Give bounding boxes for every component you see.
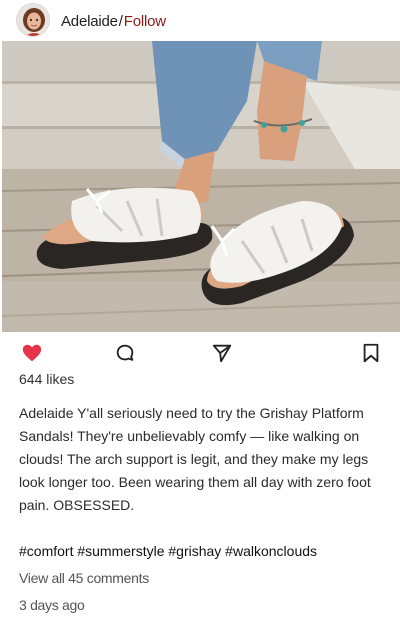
hashtags[interactable]: #comfort #summerstyle #grishay #walkoncl… (19, 543, 317, 559)
view-comments-link[interactable]: View all 45 comments (19, 570, 149, 586)
caption-text: Y'all seriously need to try the Grishay … (19, 405, 371, 513)
comment-bubble-icon[interactable] (114, 342, 136, 364)
username[interactable]: Adelaide (61, 13, 118, 30)
heart-icon[interactable] (21, 342, 43, 364)
action-bar (0, 342, 400, 366)
likes-count[interactable]: 644 likes (19, 371, 74, 387)
username-line: Adelaide/Follow (61, 13, 166, 30)
username-separator: / (118, 13, 123, 30)
follow-button[interactable]: Follow (124, 13, 166, 30)
caption: Adelaide Y'all seriously need to try the… (19, 402, 381, 517)
post-photo[interactable] (2, 41, 400, 332)
caption-username[interactable]: Adelaide (19, 405, 74, 421)
post-timestamp: 3 days ago (19, 597, 85, 613)
bookmark-icon[interactable] (360, 342, 382, 364)
avatar-image (17, 4, 49, 36)
sandals-photo (2, 41, 400, 332)
send-arrow-icon[interactable] (211, 342, 233, 364)
post-header: Adelaide/Follow (0, 0, 400, 41)
avatar[interactable] (16, 3, 50, 37)
